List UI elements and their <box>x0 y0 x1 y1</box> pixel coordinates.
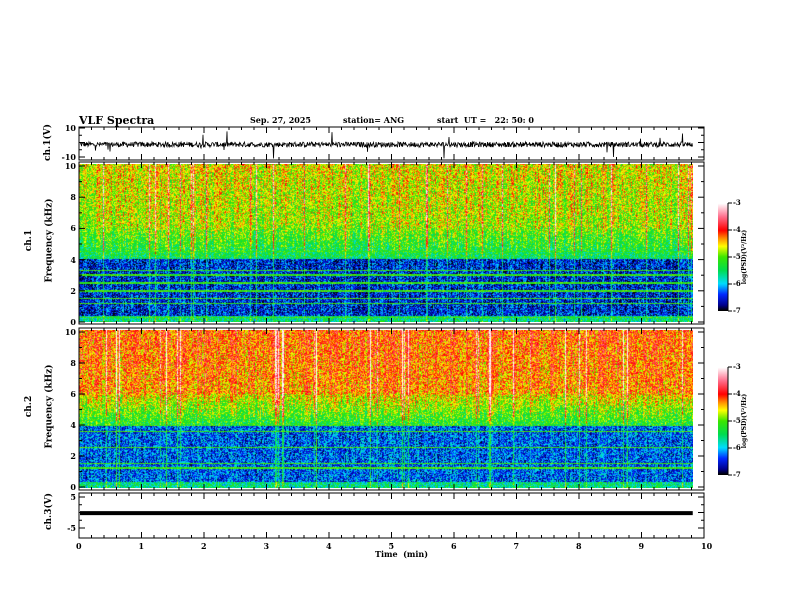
ch2-spectrogram-ytick-label: 0 <box>70 482 76 492</box>
ch2-spectrogram-ytick-label: 10 <box>64 327 76 337</box>
ch3-waveform-ytick-label: 5 <box>70 492 76 502</box>
ch1-spectrogram-ytick-label: 8 <box>70 192 76 203</box>
x-tick-label: 4 <box>326 541 332 551</box>
colorbar-tick-label: -5 <box>733 416 741 425</box>
colorbar-tick-label: -6 <box>733 279 741 288</box>
ch1-spectrogram-ytick-label: 6 <box>70 223 76 234</box>
axes-overlay <box>78 126 732 539</box>
ch2-spectrogram-ylabel-2: Frequency (kHz) <box>44 364 55 449</box>
ch2-colorbar-label: log(PSD)(V²/Hz) <box>741 393 749 449</box>
colorbar-tick-label: -7 <box>733 470 741 479</box>
colorbar-tick-label: -3 <box>733 198 741 207</box>
x-tick-label: 9 <box>638 541 645 551</box>
ch2-spectrogram-ylabel-1: ch.2 <box>24 395 35 418</box>
ch1-spectrogram-ylabel-2: Frequency (kHz) <box>44 198 55 283</box>
ch3-waveform-ylabel: ch.3(V) <box>43 493 54 530</box>
colorbar-tick-label: -7 <box>733 306 741 315</box>
ch1-spectrogram-ylabel-1: ch.1 <box>24 229 35 252</box>
ch1-waveform-trace <box>79 131 693 159</box>
ch1-waveform-ytick-label: -10 <box>61 152 76 162</box>
ch3-waveform-ytick-label: -5 <box>67 523 76 533</box>
ch1-spectrogram-ytick-label: 2 <box>70 285 76 296</box>
x-tick-label: 10 <box>701 541 713 551</box>
x-tick-label: 1 <box>138 541 145 551</box>
ch1-spectrogram-frame <box>78 161 705 325</box>
ch3-waveform-frame <box>78 492 705 539</box>
x-tick-label: 6 <box>451 541 457 551</box>
ch1-spectrogram-ytick-label: 4 <box>70 254 76 265</box>
x-axis-label: Time (min) <box>375 549 429 559</box>
ch2-spectrogram-ytick-label: 8 <box>70 358 76 368</box>
ch2-spectrogram-ytick-label: 6 <box>70 389 76 399</box>
ch1-spectrogram-ytick-label: 10 <box>64 161 76 171</box>
colorbar-tick-label: -4 <box>733 389 741 398</box>
ch2-spectrogram-ytick-label: 4 <box>70 420 76 430</box>
ch1-spectrogram-ytick-label: 0 <box>70 317 76 327</box>
colorbar-tick-label: -4 <box>733 225 741 234</box>
vlf-spectra-figure: VLF Spectra Sep. 27, 2025 station= ANG s… <box>0 0 792 612</box>
x-tick-label: 7 <box>513 541 520 551</box>
ch2-spectrogram-frame <box>78 327 705 491</box>
colorbar-tick-label: -6 <box>733 443 741 452</box>
colorbar-tick-label: -3 <box>733 362 741 371</box>
x-tick-label: 2 <box>201 541 207 551</box>
ch1-waveform-ytick-label: 10 <box>64 123 76 133</box>
colorbar-tick-label: -5 <box>733 252 741 261</box>
ch1-waveform-ylabel: ch.1(V) <box>42 124 53 161</box>
ch2-spectrogram-ytick-label: 2 <box>70 451 76 461</box>
x-tick-label: 0 <box>76 541 82 551</box>
x-tick-label: 8 <box>576 541 582 551</box>
ch1-colorbar-label: log(PSD)(V²/Hz) <box>741 229 749 285</box>
x-tick-label: 3 <box>263 541 270 551</box>
